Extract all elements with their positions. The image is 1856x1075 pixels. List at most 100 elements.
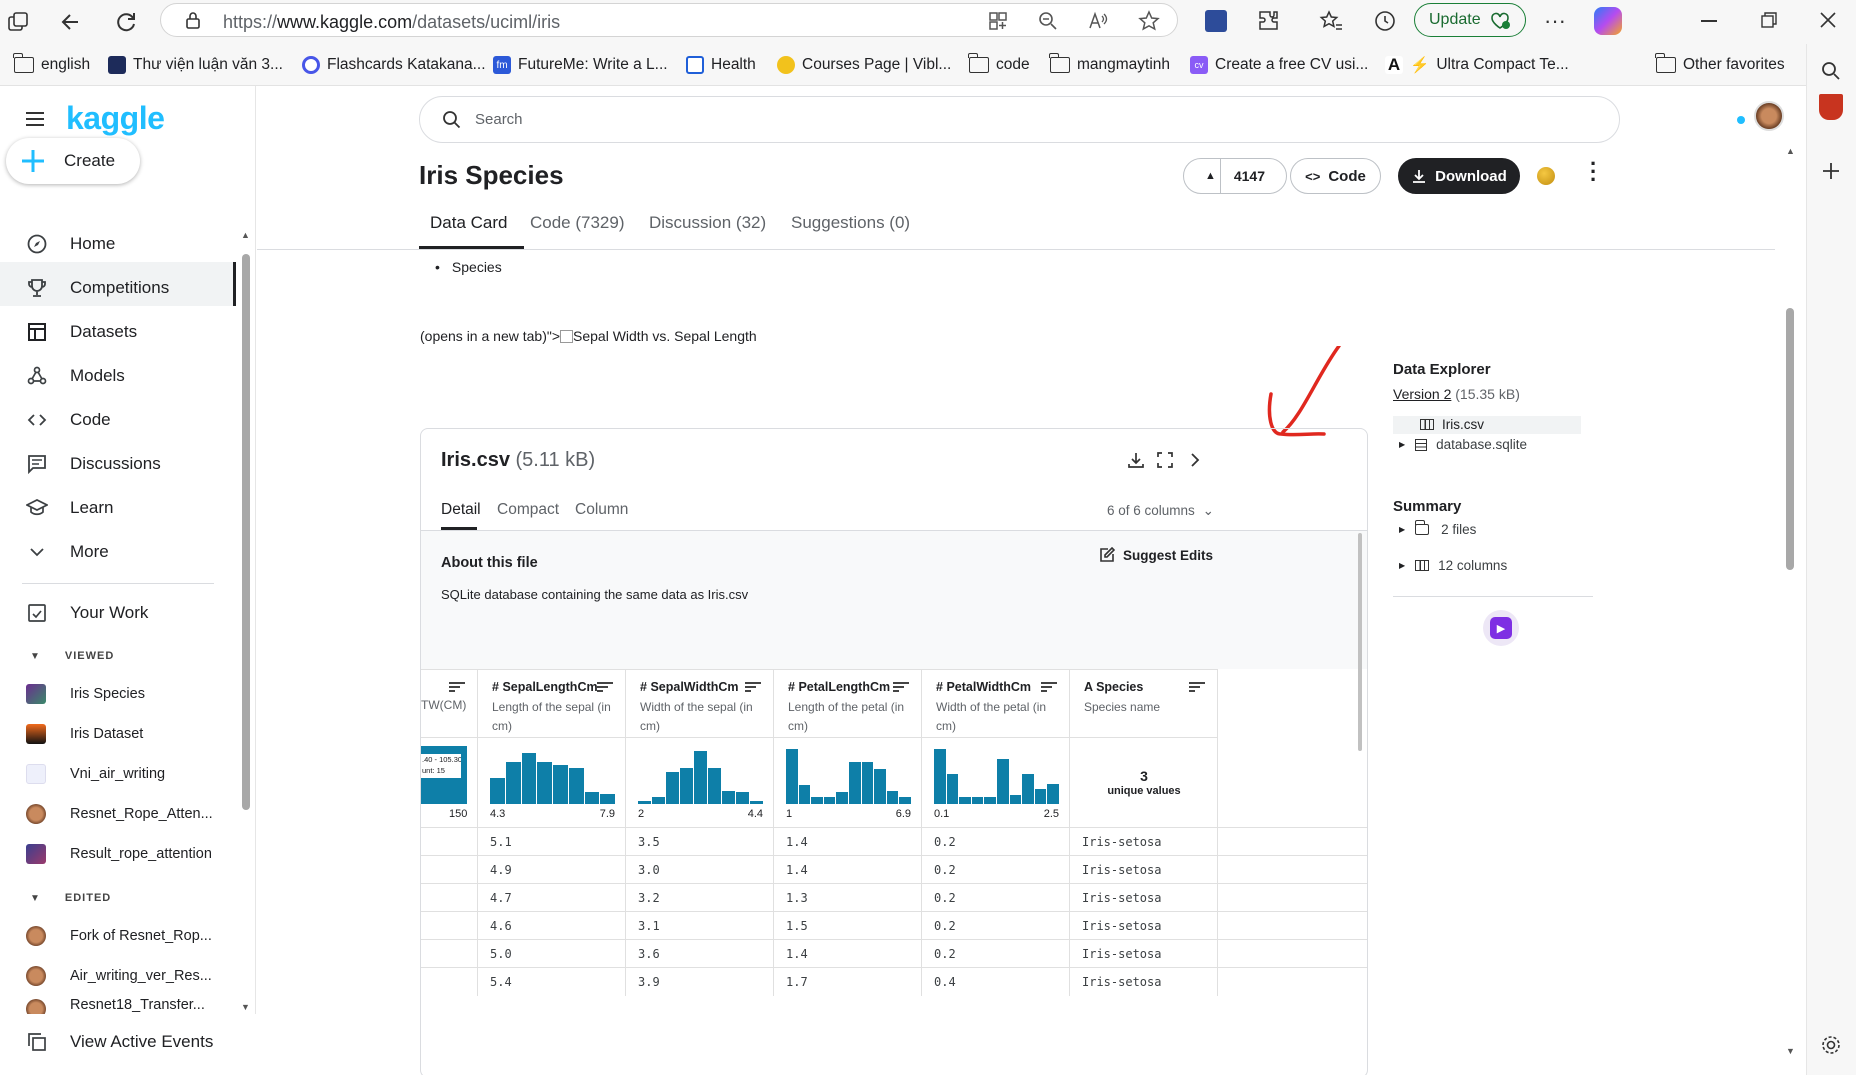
columns-selector[interactable]: 6 of 6 columns ⌄	[1107, 503, 1214, 519]
tab-data-card[interactable]: Data Card	[430, 213, 507, 233]
view-active-events-button[interactable]: View Active Events	[26, 1026, 213, 1058]
histogram-bar[interactable]	[874, 769, 886, 804]
table-row[interactable]: 5.4 3.9 1.7 0.4 Iris-setosa	[421, 967, 1367, 996]
histogram-bar[interactable]	[505, 762, 521, 804]
scroll-down-icon[interactable]: ▼	[241, 1002, 250, 1012]
address-bar[interactable]: https://www.kaggle.com/datasets/uciml/ir…	[160, 3, 1178, 37]
viewed-item[interactable]: Result_rope_attention	[26, 840, 212, 868]
bookmark-flashcards[interactable]: Flashcards Katakana...	[302, 54, 486, 76]
nav-code[interactable]: Code	[26, 404, 111, 436]
histogram-bar[interactable]	[694, 751, 707, 804]
histogram-bar[interactable]	[786, 749, 798, 804]
back-icon[interactable]	[58, 9, 84, 35]
favorite-star-icon[interactable]	[1137, 9, 1161, 33]
nav-competitions[interactable]: Competitions	[26, 272, 169, 304]
histogram-bar[interactable]	[861, 762, 874, 804]
add-icon[interactable]	[1820, 160, 1842, 182]
bookmark-futureme[interactable]: fm FutureMe: Write a L...	[493, 54, 668, 76]
upvote-button[interactable]: ▲ 4147	[1183, 158, 1287, 194]
version-link[interactable]: Version 2	[1393, 386, 1451, 402]
more-options-icon[interactable]: ···	[1544, 8, 1566, 34]
bookmark-mangmaytinh[interactable]: mangmaytinh	[1049, 53, 1170, 76]
page-scrollbar-thumb[interactable]	[1786, 308, 1794, 570]
search-icon[interactable]	[1820, 60, 1842, 82]
summary-columns[interactable]: ▶ 12 columns	[1399, 558, 1507, 573]
history-icon[interactable]	[1372, 8, 1398, 34]
scroll-up-icon[interactable]: ▲	[1786, 146, 1795, 156]
edited-item[interactable]: Air_writing_ver_Res...	[26, 962, 212, 990]
assistant-button[interactable]: ▶	[1483, 610, 1519, 646]
close-icon[interactable]	[1818, 10, 1838, 30]
histogram-bar[interactable]	[708, 768, 721, 804]
download-icon[interactable]	[1126, 450, 1146, 470]
histogram-bar[interactable]	[946, 774, 959, 804]
histogram-bar[interactable]	[600, 794, 615, 804]
shield-icon[interactable]	[1819, 94, 1843, 120]
bookmark-courses[interactable]: Courses Page | Vibl...	[777, 54, 951, 76]
nav-models[interactable]: Models	[26, 360, 125, 392]
settings-icon[interactable]	[1820, 1034, 1842, 1056]
histogram-bar[interactable]	[584, 792, 600, 804]
tab-compact[interactable]: Compact	[497, 501, 559, 519]
restore-icon[interactable]	[1760, 11, 1778, 29]
tab-column[interactable]: Column	[575, 501, 628, 519]
tab-code[interactable]: Code (7329)	[530, 213, 625, 233]
search-input[interactable]: Search	[419, 96, 1620, 143]
viewed-item[interactable]: Iris Dataset	[26, 720, 143, 748]
histogram-bar[interactable]	[836, 792, 848, 804]
histogram-bar[interactable]	[959, 797, 971, 804]
edited-section-toggle[interactable]: ▼ EDITED	[30, 892, 111, 904]
file-item-iris-csv[interactable]: Iris.csv	[1420, 417, 1484, 432]
fullscreen-icon[interactable]	[1155, 450, 1175, 470]
histogram-bar[interactable]	[553, 765, 568, 804]
favorites-icon[interactable]	[1318, 8, 1344, 34]
card-scrollbar[interactable]	[1358, 533, 1362, 751]
bookmark-other-favorites[interactable]: Other favorites	[1655, 53, 1785, 76]
bookmark-code[interactable]: code	[968, 53, 1030, 76]
histogram-bar[interactable]	[680, 768, 693, 804]
viewed-item[interactable]: Iris Species	[26, 680, 145, 708]
histogram-bar[interactable]	[934, 749, 946, 804]
column-header[interactable]: # PetalLengthCm Length of the petal (in c…	[774, 669, 922, 737]
bookmark-ultra-compact[interactable]: A ⚡ Ultra Compact Te...	[1385, 54, 1569, 76]
sort-icon[interactable]	[1041, 680, 1057, 694]
histogram-bar[interactable]	[984, 797, 996, 804]
histogram-bar[interactable]	[823, 797, 836, 804]
histogram-bar[interactable]	[652, 797, 665, 804]
read-aloud-icon[interactable]	[1087, 10, 1109, 32]
histogram-bar[interactable]	[886, 791, 899, 804]
sort-icon[interactable]	[597, 680, 613, 694]
tab-discussion[interactable]: Discussion (32)	[649, 213, 766, 233]
table-row[interactable]: 5.0 3.6 1.4 0.2 Iris-setosa	[421, 939, 1367, 968]
table-row[interactable]: 4.6 3.1 1.5 0.2 Iris-setosa	[421, 911, 1367, 940]
histogram-bar[interactable]	[722, 791, 735, 804]
summary-files[interactable]: ▶ 2 files	[1399, 520, 1476, 537]
edited-item[interactable]: Resnet18_Transfer...	[26, 999, 205, 1015]
histogram-bar[interactable]	[849, 762, 861, 804]
create-button[interactable]: Create	[6, 138, 140, 184]
user-avatar[interactable]	[1754, 101, 1784, 131]
table-row[interactable]: 4.7 3.2 1.3 0.2 Iris-setosa	[421, 883, 1367, 912]
file-item-database-sqlite[interactable]: ▶ database.sqlite	[1399, 437, 1527, 452]
table-row[interactable]: 5.1 3.5 1.4 0.2 Iris-setosa	[421, 827, 1367, 856]
viewed-section-toggle[interactable]: ▼ VIEWED	[30, 650, 114, 662]
nav-your-work[interactable]: Your Work	[26, 597, 148, 629]
scroll-down-icon[interactable]: ▼	[1786, 1046, 1795, 1056]
column-header[interactable]: # SepalWidthCm Width of the sepal (in cm)	[626, 669, 774, 737]
nav-discussions[interactable]: Discussions	[26, 448, 161, 480]
scrollbar-thumb[interactable]	[242, 254, 250, 810]
bookmark-thu-vien[interactable]: Thư viện luận văn 3...	[108, 54, 283, 76]
column-header[interactable]: A Species Species name	[1070, 669, 1218, 737]
column-header-partial[interactable]: TW(CM)	[421, 669, 478, 737]
update-button[interactable]: Update	[1414, 3, 1526, 37]
tab-actions-icon[interactable]	[6, 10, 30, 34]
viewed-item[interactable]: Resnet_Rope_Atten...	[26, 800, 213, 828]
tab-detail[interactable]: Detail	[441, 501, 481, 519]
histogram-bar[interactable]	[537, 762, 552, 804]
histogram-bar[interactable]	[1034, 789, 1047, 804]
edited-item[interactable]: Fork of Resnet_Rop...	[26, 922, 212, 950]
url-text[interactable]: https://www.kaggle.com/datasets/uciml/ir…	[223, 12, 560, 33]
copilot-icon[interactable]	[1594, 7, 1622, 35]
bookmark-health[interactable]: Health	[686, 54, 756, 76]
sort-icon[interactable]	[449, 680, 465, 694]
